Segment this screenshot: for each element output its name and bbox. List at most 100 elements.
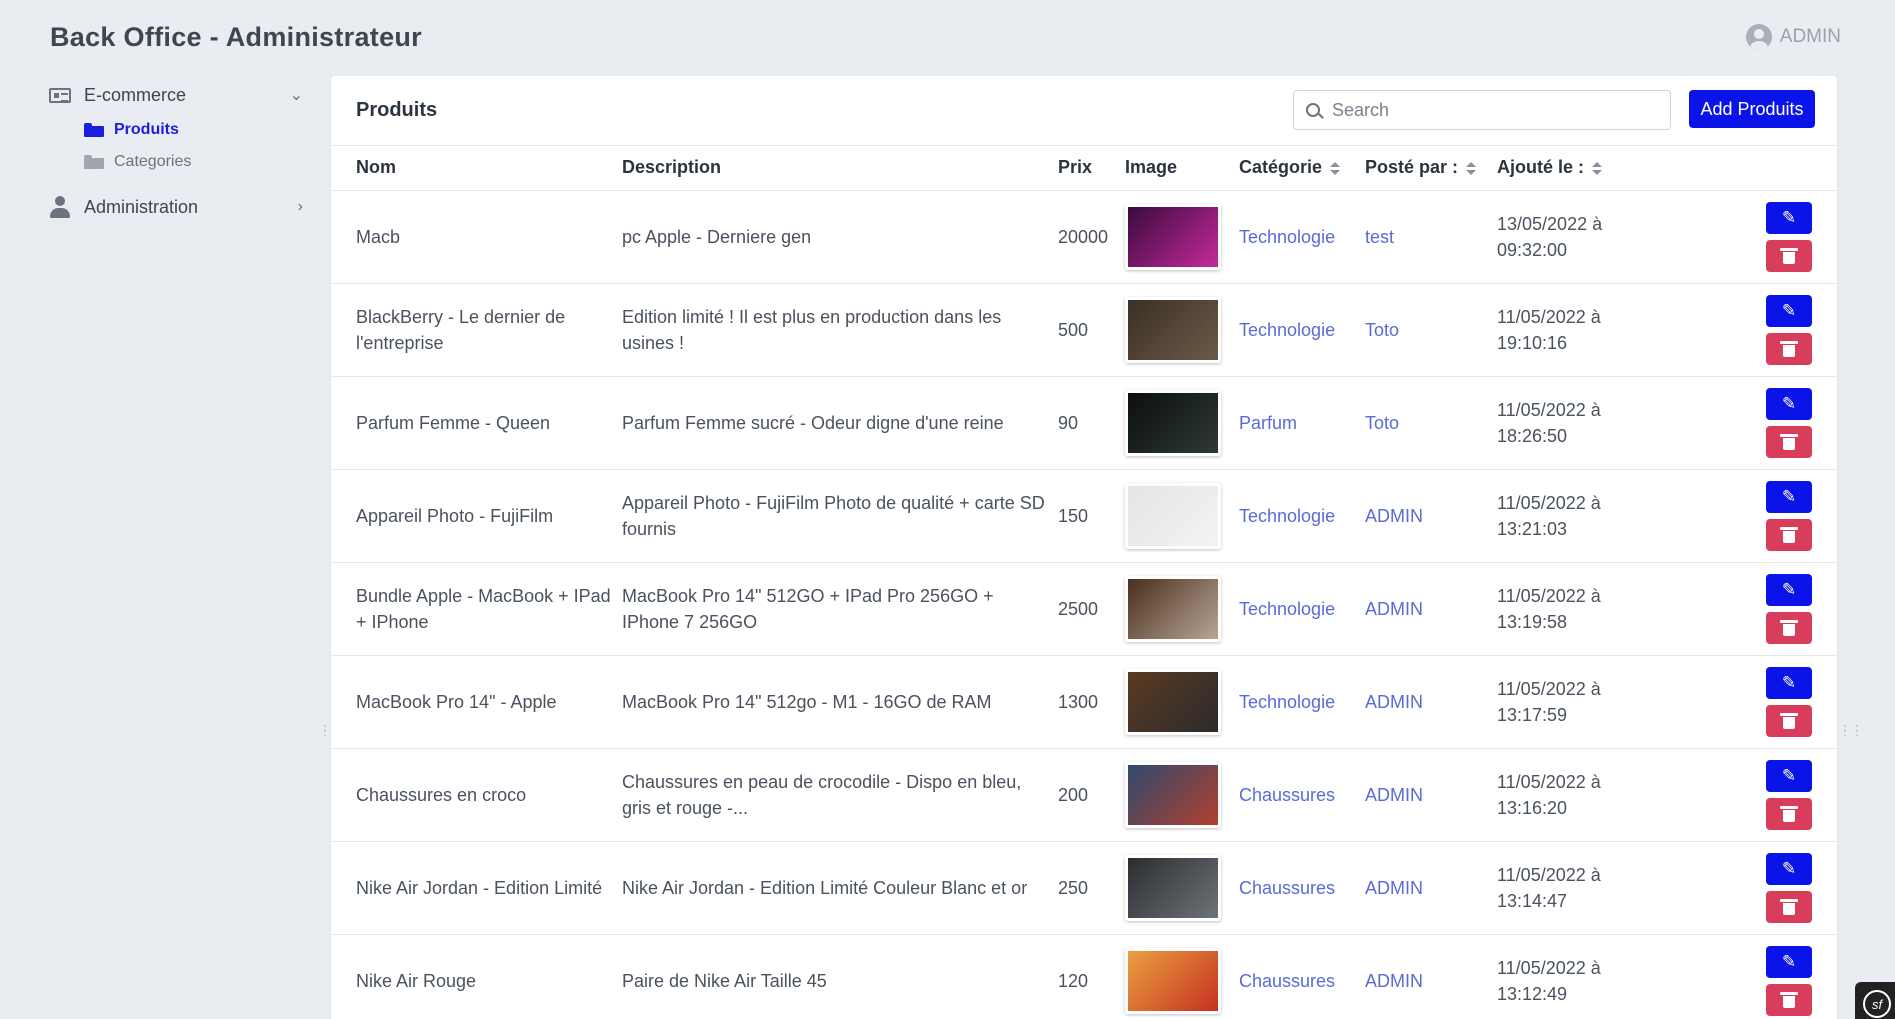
symfony-logo-icon: sf (1863, 990, 1891, 1018)
edit-button[interactable]: ✎ (1766, 480, 1812, 513)
cell-description: Appareil Photo - FujiFilm Photo de quali… (622, 492, 1045, 539)
category-link[interactable]: Technologie (1239, 692, 1335, 712)
table-row: Appareil Photo - FujiFilm Appareil Photo … (331, 469, 1837, 562)
cell-categorie: Chaussures (1239, 841, 1365, 934)
product-thumbnail[interactable] (1125, 761, 1221, 828)
sidebar: E-commerce ⌄ Produits Categories Adminis… (48, 80, 303, 222)
search-box[interactable] (1293, 90, 1671, 130)
author-link[interactable]: ADMIN (1365, 692, 1423, 712)
cell-categorie: Technologie (1239, 190, 1365, 283)
category-link[interactable]: Chaussures (1239, 785, 1335, 805)
time-text: 13:17:59 (1497, 704, 1568, 725)
edit-button[interactable]: ✎ (1766, 294, 1812, 327)
trash-icon (1780, 619, 1798, 636)
cell-ajoute-le: 11/05/2022 à 13:12:49 (1497, 934, 1737, 1019)
category-link[interactable]: Chaussures (1239, 878, 1335, 898)
product-thumbnail[interactable] (1125, 947, 1221, 1014)
category-link[interactable]: Chaussures (1239, 971, 1335, 991)
cell-prix: 200 (1058, 784, 1089, 805)
resize-handle-right[interactable]: ⋮⋮ (1838, 722, 1864, 739)
sidebar-item-administration[interactable]: Administration › (48, 192, 303, 222)
column-header-categorie[interactable]: Catégorie (1239, 146, 1365, 190)
search-input[interactable] (1332, 99, 1632, 121)
author-link[interactable]: ADMIN (1365, 506, 1423, 526)
pencil-icon: ✎ (1781, 486, 1797, 506)
cell-prix: 120 (1058, 970, 1089, 991)
delete-button[interactable] (1766, 332, 1812, 365)
cell-nom: Nike Air Rouge (356, 970, 477, 991)
product-thumbnail[interactable] (1125, 389, 1221, 456)
category-link[interactable]: Technologie (1239, 227, 1335, 247)
product-thumbnail[interactable] (1125, 575, 1221, 642)
cell-description: pc Apple - Derniere gen (622, 226, 812, 247)
cell-prix: 1300 (1058, 691, 1099, 712)
author-link[interactable]: ADMIN (1365, 599, 1423, 619)
category-link[interactable]: Technologie (1239, 320, 1335, 340)
category-link[interactable]: Parfum (1239, 413, 1297, 433)
cell-nom: Nike Air Jordan - Edition Limité (356, 877, 603, 898)
delete-button[interactable] (1766, 704, 1812, 737)
cell-image (1125, 376, 1239, 469)
cell-description: MacBook Pro 14" 512GO + IPad Pro 256GO +… (622, 585, 994, 632)
author-link[interactable]: Toto (1365, 320, 1399, 340)
add-produits-button[interactable]: Add Produits (1689, 90, 1815, 128)
product-thumbnail[interactable] (1125, 203, 1221, 270)
delete-button[interactable] (1766, 518, 1812, 551)
trash-icon (1780, 712, 1798, 729)
edit-button[interactable]: ✎ (1766, 201, 1812, 234)
products-panel: Produits Add Produits Nom Description Pr… (331, 76, 1837, 1019)
author-link[interactable]: ADMIN (1365, 878, 1423, 898)
delete-button[interactable] (1766, 611, 1812, 644)
sidebar-item-ecommerce[interactable]: E-commerce ⌄ (48, 80, 303, 110)
edit-button[interactable]: ✎ (1766, 666, 1812, 699)
product-thumbnail[interactable] (1125, 482, 1221, 549)
table-row: MacBook Pro 14" - Apple MacBook Pro 14" 5… (331, 655, 1837, 748)
cell-prix: 150 (1058, 505, 1089, 526)
time-text: 13:21:03 (1497, 518, 1568, 539)
delete-button[interactable] (1766, 239, 1812, 272)
edit-button[interactable]: ✎ (1766, 573, 1812, 606)
trash-icon (1780, 898, 1798, 915)
column-header-poste-par[interactable]: Posté par : (1365, 146, 1497, 190)
delete-button[interactable] (1766, 890, 1812, 923)
user-avatar-icon (1745, 24, 1772, 50)
date-text: 11/05/2022 à (1497, 399, 1601, 420)
cell-ajoute-le: 11/05/2022 à 13:21:03 (1497, 469, 1737, 562)
user-menu[interactable]: ADMIN (1745, 24, 1841, 50)
column-header-ajoute-le[interactable]: Ajouté le : (1497, 146, 1737, 190)
author-link[interactable]: ADMIN (1365, 785, 1423, 805)
cell-image (1125, 562, 1239, 655)
cell-poste-par: Toto (1365, 283, 1497, 376)
table-row: Macb pc Apple - Derniere gen 20000 Technolo… (331, 190, 1837, 283)
sidebar-item-label: Categories (114, 153, 192, 170)
author-link[interactable]: Toto (1365, 413, 1399, 433)
delete-button[interactable] (1766, 983, 1812, 1016)
category-link[interactable]: Technologie (1239, 599, 1335, 619)
cell-description: Nike Air Jordan - Edition Limité Couleur… (622, 877, 1028, 898)
product-thumbnail[interactable] (1125, 296, 1221, 363)
cell-description: Chaussures en peau de crocodile - Dispo … (622, 771, 1022, 818)
time-text: 09:32:00 (1497, 239, 1568, 260)
delete-button[interactable] (1766, 797, 1812, 830)
author-link[interactable]: ADMIN (1365, 971, 1423, 991)
edit-button[interactable]: ✎ (1766, 945, 1812, 978)
cell-poste-par: ADMIN (1365, 841, 1497, 934)
edit-button[interactable]: ✎ (1766, 852, 1812, 885)
cell-nom: Appareil Photo - FujiFilm (356, 505, 554, 526)
cell-ajoute-le: 11/05/2022 à 19:10:16 (1497, 283, 1737, 376)
sort-icon (1330, 161, 1341, 176)
product-thumbnail[interactable] (1125, 668, 1221, 735)
sidebar-item-categories[interactable]: Categories (48, 146, 303, 178)
delete-button[interactable] (1766, 425, 1812, 458)
edit-button[interactable]: ✎ (1766, 387, 1812, 420)
cell-image (1125, 748, 1239, 841)
table-row: Chaussures en croco Chaussures en peau de… (331, 748, 1837, 841)
sidebar-item-produits[interactable]: Produits (48, 114, 303, 146)
cell-ajoute-le: 13/05/2022 à 09:32:00 (1497, 190, 1737, 283)
edit-button[interactable]: ✎ (1766, 759, 1812, 792)
category-link[interactable]: Technologie (1239, 506, 1335, 526)
user-name: ADMIN (1779, 26, 1841, 47)
product-thumbnail[interactable] (1125, 854, 1221, 921)
symfony-toolbar-badge[interactable]: sf (1855, 982, 1895, 1019)
author-link[interactable]: test (1365, 227, 1394, 247)
